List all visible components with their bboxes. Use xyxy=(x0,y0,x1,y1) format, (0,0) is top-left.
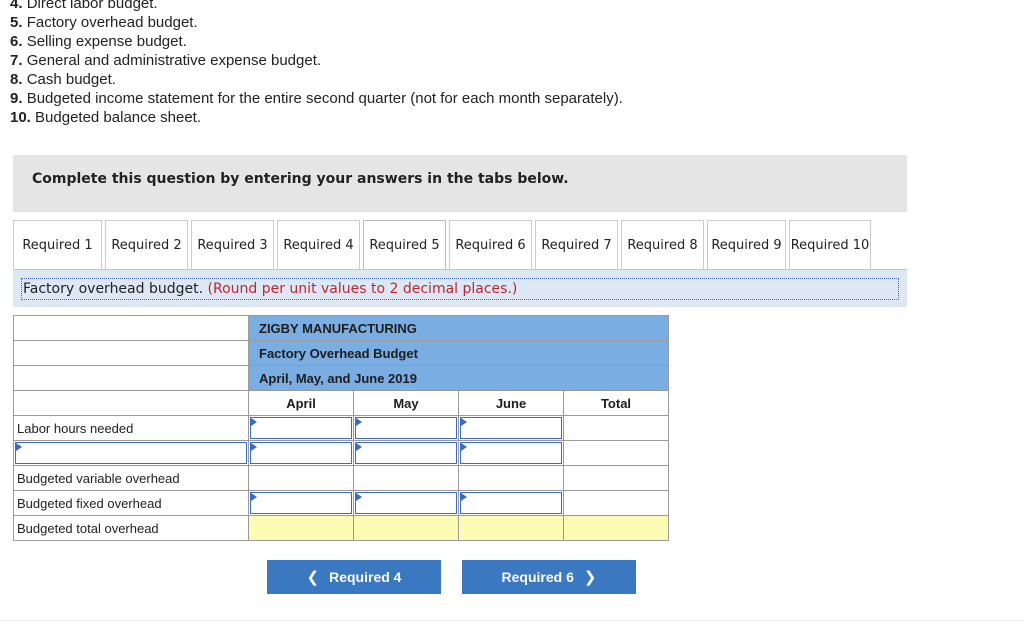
cell-total xyxy=(563,465,669,491)
divider xyxy=(0,620,1024,621)
cell-june xyxy=(458,465,564,491)
instruction-box: Complete this question by entering your … xyxy=(13,155,907,212)
rounding-note: (Round per unit values to 2 decimal plac… xyxy=(207,281,518,297)
cell-april xyxy=(248,465,354,491)
panel-title-text: Factory overhead budget. xyxy=(23,281,204,297)
table-row xyxy=(13,440,669,466)
column-header-total: Total xyxy=(563,390,669,416)
instruction-text: Complete this question by entering your … xyxy=(32,171,569,187)
header-blank xyxy=(13,390,249,416)
rate-may-input[interactable] xyxy=(355,442,457,464)
tab-panel-header: Factory overhead budget. (Round per unit… xyxy=(13,269,907,307)
column-header-may: May xyxy=(353,390,459,416)
tab-required-6[interactable]: Required 6 xyxy=(449,220,532,269)
total-overhead-april xyxy=(248,515,354,541)
tab-required-4[interactable]: Required 4 xyxy=(277,220,360,269)
row-label-cell xyxy=(13,440,249,466)
factory-overhead-budget-table: ZIGBY MANUFACTURING Factory Overhead Bud… xyxy=(13,315,669,541)
budget-period: April, May, and June 2019 xyxy=(248,365,669,391)
table-row: Labor hours needed xyxy=(13,415,669,441)
cell-april xyxy=(248,415,354,441)
tab-required-10[interactable]: Required 10 xyxy=(789,220,871,269)
labor-hours-june-input[interactable] xyxy=(460,417,562,439)
row-label: Labor hours needed xyxy=(13,415,249,441)
total-overhead-total xyxy=(563,515,669,541)
fixed-overhead-april-input[interactable] xyxy=(250,492,352,514)
total-overhead-may xyxy=(353,515,459,541)
column-header-april: April xyxy=(248,390,354,416)
requirement-item: 4. Direct labor budget. xyxy=(10,0,158,12)
column-header-june: June xyxy=(458,390,564,416)
tab-required-1[interactable]: Required 1 xyxy=(13,220,102,269)
next-required-button[interactable]: Required 6 ❯ xyxy=(462,560,636,594)
tab-required-8[interactable]: Required 8 xyxy=(621,220,704,269)
company-name: ZIGBY MANUFACTURING xyxy=(248,315,669,341)
header-blank xyxy=(13,340,249,366)
table-row: Budgeted total overhead xyxy=(13,515,669,541)
requirement-item: 8. Cash budget. xyxy=(10,71,116,88)
row-label: Budgeted variable overhead xyxy=(13,465,249,491)
cell-total xyxy=(563,415,669,441)
cell-may xyxy=(353,440,459,466)
row-label: Budgeted total overhead xyxy=(13,515,249,541)
cell-may xyxy=(353,415,459,441)
tab-required-9[interactable]: Required 9 xyxy=(707,220,786,269)
table-row: Budgeted variable overhead xyxy=(13,465,669,491)
header-blank xyxy=(13,315,249,341)
cell-april xyxy=(248,490,354,516)
requirement-item: 9. Budgeted income statement for the ent… xyxy=(10,90,623,107)
tab-required-2[interactable]: Required 2 xyxy=(105,220,188,269)
labor-hours-april-input[interactable] xyxy=(250,417,352,439)
fixed-overhead-may-input[interactable] xyxy=(355,492,457,514)
prev-button-label: Required 4 xyxy=(329,569,402,585)
tab-required-3[interactable]: Required 3 xyxy=(191,220,274,269)
requirement-tabs: Required 1 Required 2 Required 3 Require… xyxy=(13,220,874,269)
cell-june xyxy=(458,415,564,441)
tab-required-5[interactable]: Required 5 xyxy=(363,220,446,269)
rate-june-input[interactable] xyxy=(460,442,562,464)
rate-april-input[interactable] xyxy=(250,442,352,464)
cell-june xyxy=(458,490,564,516)
cell-april xyxy=(248,440,354,466)
next-button-label: Required 6 xyxy=(501,569,574,585)
requirement-item: 6. Selling expense budget. xyxy=(10,33,187,50)
row-label: Budgeted fixed overhead xyxy=(13,490,249,516)
chevron-right-icon: ❯ xyxy=(583,569,597,586)
requirement-item: 7. General and administrative expense bu… xyxy=(10,52,322,69)
header-blank xyxy=(13,365,249,391)
cell-total xyxy=(563,440,669,466)
chevron-left-icon: ❮ xyxy=(306,569,320,586)
cell-may xyxy=(353,490,459,516)
row-label-input[interactable] xyxy=(15,442,247,464)
total-overhead-june xyxy=(458,515,564,541)
fixed-overhead-june-input[interactable] xyxy=(460,492,562,514)
budget-name: Factory Overhead Budget xyxy=(248,340,669,366)
panel-title: Factory overhead budget. (Round per unit… xyxy=(21,278,899,300)
cell-total xyxy=(563,490,669,516)
table-row: Budgeted fixed overhead xyxy=(13,490,669,516)
labor-hours-may-input[interactable] xyxy=(355,417,457,439)
requirement-item: 5. Factory overhead budget. xyxy=(10,14,198,31)
requirement-item: 10. Budgeted balance sheet. xyxy=(10,109,201,126)
prev-required-button[interactable]: ❮ Required 4 xyxy=(267,560,441,594)
cell-june xyxy=(458,440,564,466)
tab-required-7[interactable]: Required 7 xyxy=(535,220,618,269)
requirements-list: 4. Direct labor budget. 5. Factory overh… xyxy=(10,0,623,127)
cell-may xyxy=(353,465,459,491)
